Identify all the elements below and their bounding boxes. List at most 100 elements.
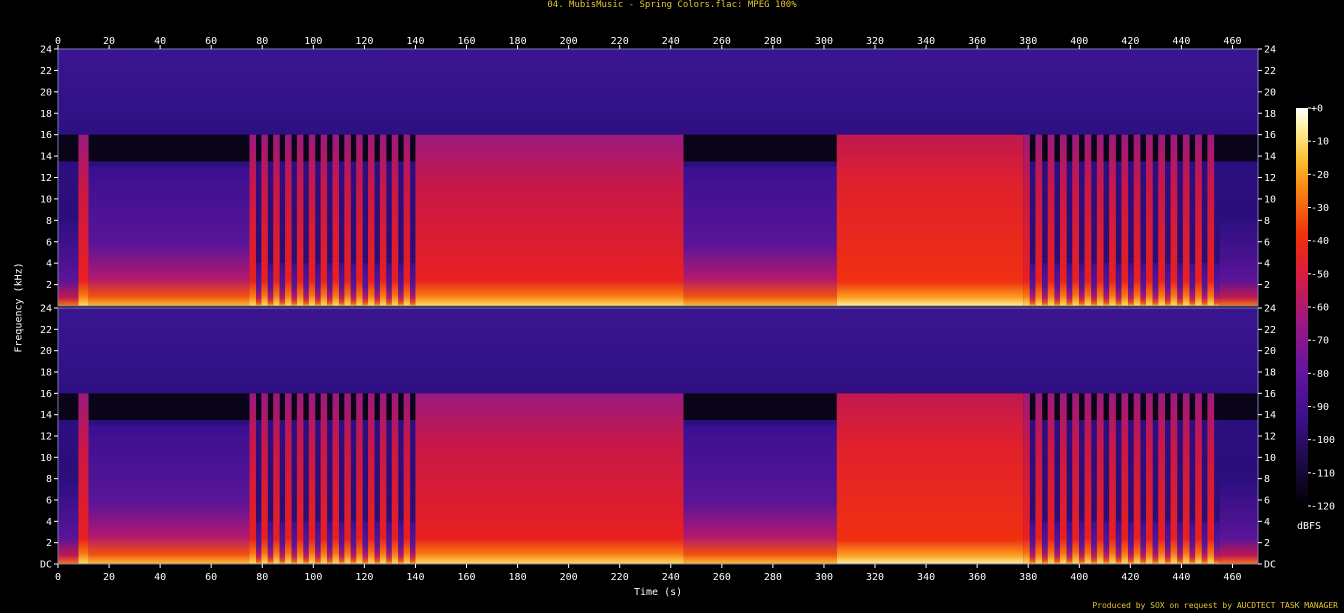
pulse-bar: [356, 393, 363, 564]
pulse-bar: [1059, 393, 1067, 564]
pulse-bar: [320, 393, 328, 564]
pulse-bar: [1158, 393, 1166, 564]
pulse-bar: [1096, 393, 1104, 564]
x-tick-label: 440: [1172, 36, 1190, 47]
pulse-bar: [368, 393, 375, 564]
pulse-gap: [1152, 521, 1159, 564]
y-tick-label: 14: [1264, 410, 1276, 421]
colorbar-tick-label: -100: [1311, 435, 1335, 446]
pulse-bar: [391, 134, 399, 306]
pulse-gap: [1177, 263, 1183, 306]
pulse-bar: [285, 134, 292, 306]
pulse-bar: [379, 393, 387, 564]
y-tick-label: 8: [1264, 216, 1270, 227]
colorbar-tick-label: +0: [1311, 104, 1323, 115]
section-medium: [683, 166, 837, 306]
y-axis-label: Frequency (kHz): [13, 262, 25, 353]
colorbar-tick-label: -20: [1311, 170, 1329, 181]
colorbar-tick-label: -110: [1311, 468, 1335, 479]
x-tick-label: 380: [1019, 572, 1037, 583]
pulse-bar: [1145, 393, 1153, 564]
x-tick-label: 380: [1019, 36, 1037, 47]
pulse-bar: [1072, 393, 1080, 564]
pulse-bar: [1170, 134, 1178, 306]
y-tick-label: 20: [40, 87, 52, 98]
cutoff-band: [1219, 393, 1258, 420]
pulse-bar: [1121, 393, 1129, 564]
pulse-bar: [296, 393, 304, 564]
pulse-gap: [315, 521, 321, 564]
x-tick-label: 60: [205, 36, 217, 47]
y-tick-label: 4: [1264, 517, 1270, 528]
pulse-gap: [1140, 521, 1146, 564]
pulse-bar: [1023, 393, 1030, 564]
section-very-loud: [836, 393, 1024, 564]
pulse-gap: [1115, 521, 1122, 564]
pulse-bar: [249, 393, 257, 564]
credit-text: Produced by SOX on request by AUCDTECT T…: [1092, 601, 1338, 610]
pulse-gap: [1214, 263, 1220, 306]
pulse-bar: [1133, 134, 1141, 306]
x-tick-label: 240: [662, 36, 680, 47]
pulse-gap: [1128, 263, 1134, 306]
x-tick-label: 20: [103, 572, 115, 583]
y-tick-label: 20: [40, 346, 52, 357]
pulse-bar: [1023, 134, 1030, 306]
pulse-gap: [1029, 521, 1036, 564]
pulse-gap: [256, 263, 262, 306]
pulse-gap: [398, 263, 404, 306]
colorbar-tick-label: -80: [1311, 369, 1329, 380]
y-tick-label: 20: [1264, 87, 1276, 98]
pulse-bar: [261, 134, 268, 306]
colorbar-tick-label: -60: [1311, 303, 1329, 314]
colorbar-scale: [1296, 108, 1308, 506]
y-tick-label: 6: [1264, 237, 1270, 248]
y-tick-label: 22: [40, 325, 52, 336]
y-tick-label: 22: [40, 66, 52, 77]
y-tick-label: 4: [46, 517, 52, 528]
x-tick-label: 200: [560, 572, 578, 583]
x-tick-label: 440: [1172, 572, 1190, 583]
pulse-gap: [1103, 263, 1110, 306]
x-tick-label: 300: [815, 36, 833, 47]
pulse-gap: [1140, 263, 1146, 306]
pulse-bar: [356, 134, 363, 306]
pulse-gap: [279, 521, 286, 564]
section-fade: [1219, 478, 1258, 564]
x-tick-label: 280: [764, 36, 782, 47]
y-tick-label: 12: [1264, 173, 1276, 184]
pulse-gap: [1201, 263, 1208, 306]
pulse-gap: [315, 263, 321, 306]
pulse-bar: [332, 134, 339, 306]
y-tick-label: 14: [1264, 152, 1276, 163]
x-tick-label: 340: [917, 572, 935, 583]
pulse-bar: [1170, 393, 1178, 564]
x-tick-label: 300: [815, 572, 833, 583]
y-tick-label: 18: [1264, 109, 1276, 120]
section-quiet: [58, 478, 79, 564]
pulse-bar: [1035, 393, 1043, 564]
y-tick-label: 4: [46, 259, 52, 270]
pulse-gap: [362, 263, 369, 306]
x-tick-label: 40: [154, 572, 166, 583]
pulse-gap: [386, 521, 392, 564]
x-tick-label: 60: [205, 572, 217, 583]
section-medium: [88, 166, 250, 306]
pulse-gap: [410, 521, 416, 564]
y-tick-label: 2: [1264, 280, 1270, 291]
pulse-bar: [1182, 393, 1190, 564]
y-tick-label: 14: [40, 152, 52, 163]
y-tick-label: 2: [1264, 538, 1270, 549]
pulse-gap: [1177, 521, 1183, 564]
x-tick-label: 340: [917, 36, 935, 47]
pulse-bar: [249, 134, 257, 306]
pulse-bar: [1109, 134, 1116, 306]
pulse-bar: [1059, 134, 1067, 306]
x-tick-label: 140: [406, 572, 424, 583]
pulse-gap: [291, 263, 297, 306]
x-tick-label: 260: [713, 572, 731, 583]
cutoff-band: [683, 393, 837, 420]
pulse-bar: [1158, 134, 1166, 306]
x-tick-label: 400: [1070, 36, 1088, 47]
pulse-gap: [327, 521, 333, 564]
